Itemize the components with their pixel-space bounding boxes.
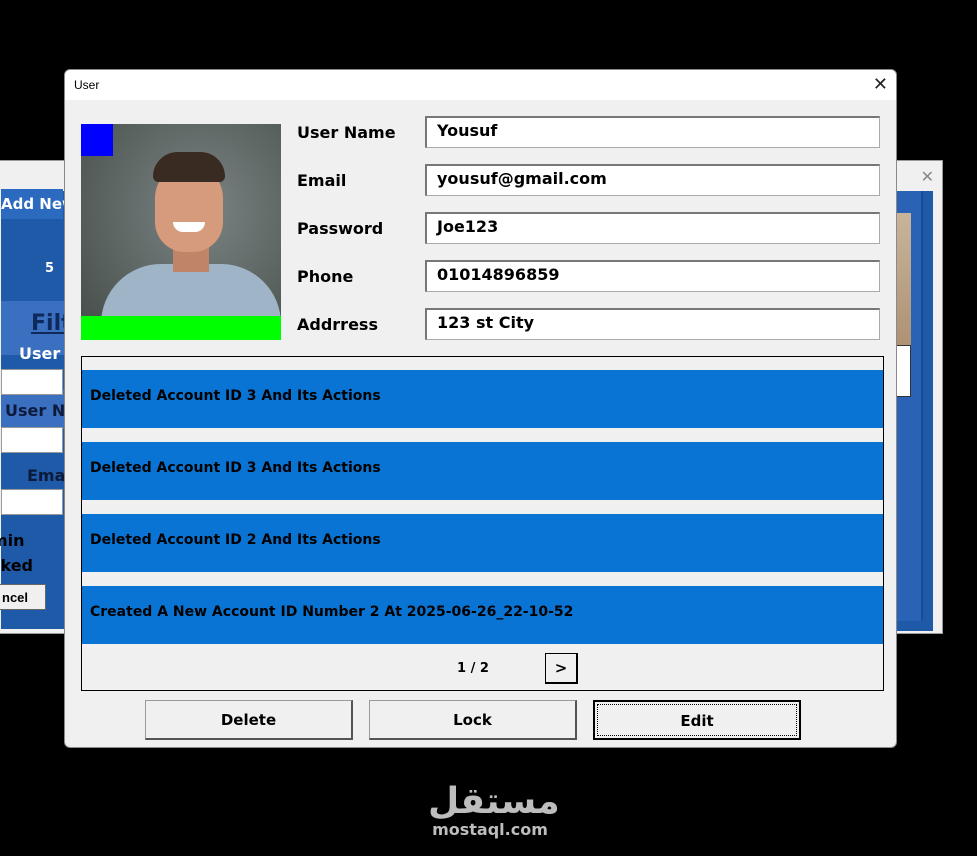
next-page-button[interactable]: >: [545, 653, 578, 684]
user-photo: [81, 124, 281, 340]
title-bar: User ✕: [65, 70, 896, 100]
log-item[interactable]: Created A New Account ID Number 2 At 202…: [82, 586, 883, 644]
user-name-field[interactable]: Yousuf: [425, 116, 880, 148]
green-status-bar: [81, 316, 281, 340]
background-cancel-button[interactable]: ncel: [0, 584, 46, 610]
password-label: Password: [297, 219, 384, 238]
dialog-title: User: [74, 78, 100, 92]
lock-button[interactable]: Lock: [369, 700, 577, 740]
mostaql-watermark: مستقل mostaql.com: [428, 781, 560, 840]
blue-marker: [81, 124, 113, 156]
background-email-field[interactable]: [1, 489, 63, 515]
background-locked-label: cked: [0, 556, 33, 575]
phone-label: Phone: [297, 267, 354, 286]
background-user-label: User: [19, 344, 61, 363]
password-field[interactable]: Joe123: [425, 212, 880, 244]
log-item[interactable]: Deleted Account ID 2 And Its Actions: [82, 514, 883, 572]
user-dialog: User ✕ User Name Yousuf Email yousuf@gma…: [64, 69, 897, 748]
email-field[interactable]: yousuf@gmail.com: [425, 164, 880, 196]
watermark-latin: mostaql.com: [432, 820, 548, 839]
log-item[interactable]: Deleted Account ID 3 And Its Actions: [82, 442, 883, 500]
background-close-icon[interactable]: ✕: [921, 167, 934, 186]
close-icon[interactable]: ✕: [873, 74, 888, 95]
background-user-name-label: User N: [5, 401, 66, 420]
log-item[interactable]: Deleted Account ID 3 And Its Actions: [82, 370, 883, 428]
address-label: Addrress: [297, 315, 378, 334]
activity-log: Deleted Account ID 3 And Its Actions Del…: [81, 356, 884, 691]
background-count-text: 5: [45, 261, 55, 276]
background-user-name-field[interactable]: [1, 427, 63, 453]
watermark-arabic: مستقل: [428, 781, 560, 822]
page-indicator: 1 / 2: [457, 661, 489, 676]
phone-field[interactable]: 01014896859: [425, 260, 880, 292]
delete-button[interactable]: Delete: [145, 700, 353, 740]
address-field[interactable]: 123 st City: [425, 308, 880, 340]
email-label: Email: [297, 171, 347, 190]
user-name-label: User Name: [297, 123, 396, 142]
background-add-new-button[interactable]: Add New: [1, 189, 76, 219]
background-email-label: Ema: [27, 466, 66, 485]
edit-button[interactable]: Edit: [593, 700, 801, 740]
background-user-field[interactable]: [1, 369, 63, 395]
background-admin-label: min: [0, 531, 25, 550]
